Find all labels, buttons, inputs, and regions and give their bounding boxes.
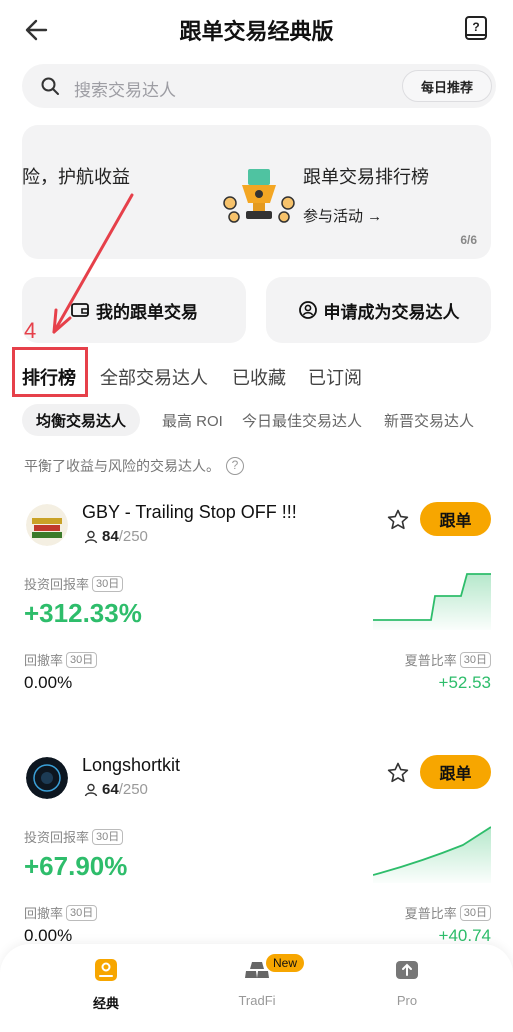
drawdown-label-text: 回撤率 [24, 653, 64, 668]
nav-classic-label: 经典 [92, 996, 119, 1011]
apply-trader-label: 申请成为交易达人 [323, 302, 460, 322]
period-tag: 30日 [459, 904, 491, 921]
help-question-icon[interactable]: ? [226, 457, 244, 475]
roi-value: +67.90% [24, 851, 128, 881]
sharpe-label-text: 夏普比率 [404, 906, 457, 921]
search-placeholder[interactable]: 搜索交易达人 [74, 76, 176, 101]
follower-count: 64 /250 [84, 781, 148, 798]
period-tag: 30日 [92, 828, 124, 845]
banner-page-counter: 6/6 [460, 233, 477, 247]
drawdown-label: 回撤率 30日 [24, 650, 98, 669]
trader-name[interactable]: GBY - Trailing Stop OFF !!! [82, 502, 297, 523]
annotation-highlight-box [12, 347, 88, 397]
guide-book-icon[interactable]: ? [463, 15, 489, 43]
daily-recommend-button[interactable]: 每日推荐 [402, 70, 492, 102]
follow-button[interactable]: 跟单 [420, 502, 491, 536]
list-description: 平衡了收益与风险的交易达人。 ? [24, 456, 244, 476]
roi-label-text: 投资回报率 [24, 577, 90, 592]
bottom-nav: 经典 TradFi Pro [0, 944, 513, 1032]
tab-subscribed[interactable]: 已订阅 [308, 364, 362, 390]
drawdown-value: 0.00% [24, 673, 73, 692]
avatar-image-icon [26, 504, 68, 546]
classic-user-icon [95, 959, 117, 981]
tab-all-traders[interactable]: 全部交易达人 [100, 364, 208, 390]
sharpe-label-text: 夏普比率 [404, 653, 457, 668]
chip-new-traders[interactable]: 新晋交易达人 [384, 404, 474, 436]
trader-avatar [26, 757, 68, 799]
roi-sparkline [373, 573, 491, 630]
person-icon [84, 783, 98, 796]
roi-label-text: 投资回报率 [24, 830, 90, 845]
roi-label: 投资回报率 30日 [24, 827, 124, 846]
drawdown-label-text: 回撤率 [24, 906, 64, 921]
followers-current: 64 [102, 781, 119, 798]
nav-tradfi-label: TradFi [238, 993, 276, 1008]
person-icon [84, 530, 98, 543]
sharpe-label: 夏普比率 30日 [405, 650, 491, 669]
follower-count: 84 /250 [84, 528, 148, 545]
drawdown-label: 回撤率 30日 [24, 903, 98, 922]
followers-max: /250 [118, 528, 148, 545]
favorite-star-icon[interactable] [386, 508, 410, 532]
favorite-star-icon[interactable] [386, 761, 410, 785]
roi-label: 投资回报率 30日 [24, 574, 124, 593]
followers-max: /250 [118, 781, 148, 798]
trader-name[interactable]: Longshortkit [82, 755, 180, 776]
trophy-illustration-icon [223, 169, 295, 223]
header: 跟单交易经典版 ? [0, 0, 513, 60]
user-circle-icon [298, 301, 317, 319]
sharpe-value: +40.74 [438, 926, 491, 945]
period-tag: 30日 [459, 651, 491, 668]
apply-trader-button[interactable]: 申请成为交易达人 [266, 277, 491, 343]
nav-classic[interactable]: 经典 [66, 956, 146, 1012]
followers-current: 84 [102, 528, 119, 545]
description-text: 平衡了收益与风险的交易达人。 [24, 458, 220, 474]
follow-button[interactable]: 跟单 [420, 755, 491, 789]
sharpe-label: 夏普比率 30日 [405, 903, 491, 922]
tab-favorites[interactable]: 已收藏 [232, 364, 286, 390]
drawdown-value: 0.00% [24, 926, 73, 945]
roi-sparkline [373, 826, 491, 883]
period-tag: 30日 [92, 575, 124, 592]
trader-avatar [26, 504, 68, 546]
banner-link[interactable]: 参与活动 → [303, 205, 382, 226]
annotation-step-number: 4 [24, 318, 37, 343]
svg-text:?: ? [472, 20, 479, 34]
chip-top-roi[interactable]: 最高 ROI [162, 404, 223, 436]
search-bar[interactable]: 搜索交易达人 每日推荐 [22, 64, 496, 108]
period-tag: 30日 [66, 904, 98, 921]
nav-pro[interactable]: Pro [367, 956, 447, 1008]
trader-card[interactable]: GBY - Trailing Stop OFF !!! 84 /250 跟单 投… [0, 490, 513, 720]
banner-previous-text: 险，护航收益 [22, 167, 130, 187]
roi-value: +312.33% [24, 598, 142, 628]
sharpe-value: +52.53 [438, 673, 491, 692]
period-tag: 30日 [66, 651, 98, 668]
banner-title: 跟单交易排行榜 [303, 167, 429, 187]
search-icon [41, 77, 59, 95]
new-badge: New [266, 954, 305, 972]
avatar-image-icon [26, 757, 68, 799]
chip-balanced-traders[interactable]: 均衡交易达人 [22, 404, 141, 436]
trader-card[interactable]: Longshortkit 64 /250 跟单 投资回报率 30日 +67.90… [0, 743, 513, 973]
chip-best-today[interactable]: 今日最佳交易达人 [242, 404, 362, 436]
page-title: 跟单交易经典版 [179, 19, 334, 44]
pro-upload-icon [396, 961, 418, 979]
annotation-arrow [52, 193, 134, 334]
nav-pro-label: Pro [396, 993, 418, 1008]
